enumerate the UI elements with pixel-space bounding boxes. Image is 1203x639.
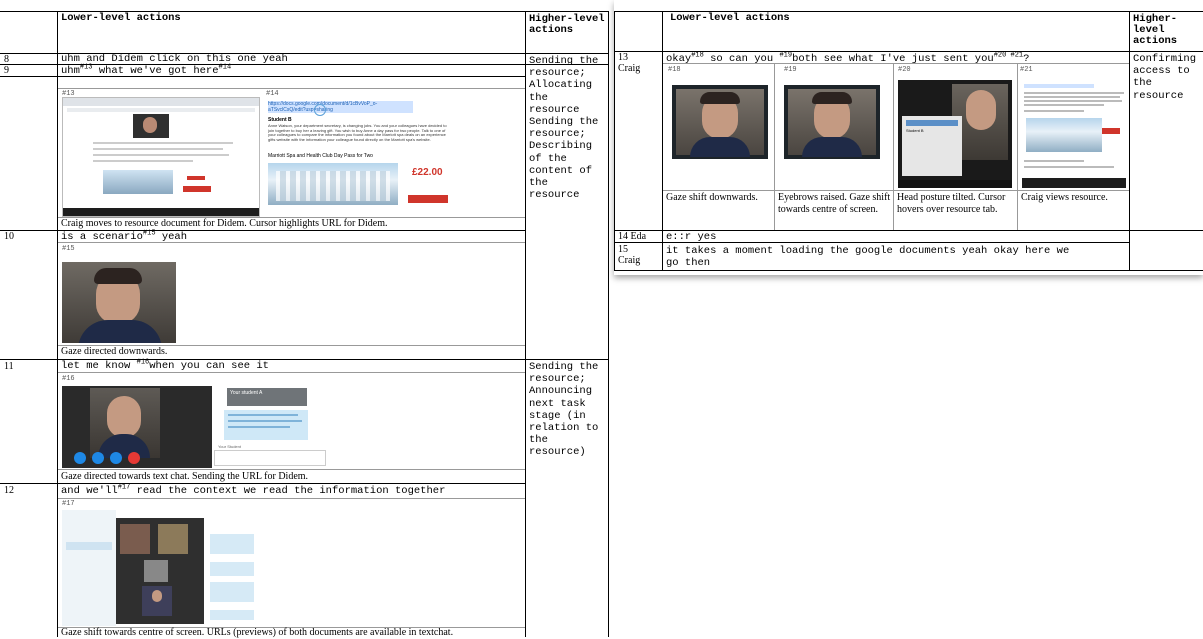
doc-body-text: Anne Watson, your department secretary, …: [268, 124, 447, 143]
higher-level-row-13: Confirming access to the resource: [1133, 53, 1197, 102]
row-number-8: 8: [4, 54, 9, 65]
video-frame-18: [672, 85, 768, 159]
row-number-9: 9: [4, 65, 9, 76]
row-number-10: 10: [4, 231, 14, 242]
right-col-header-higher: Higher-level actions: [1133, 13, 1178, 47]
doc-student-title: Student B: [268, 117, 292, 123]
left-transcript-page: Lower-level actions Higher-level actions…: [0, 0, 609, 638]
utterance-9: uhm#13 what we've got here#14: [61, 63, 232, 77]
video-frame-20: Student B: [898, 80, 1012, 188]
screenshot-13-browser: [62, 97, 260, 217]
right-col-header-lower: Lower-level actions: [670, 12, 790, 24]
caption-20: Head posture tilted. Cursor hovers over …: [897, 192, 1006, 215]
figure-id-15: #15: [62, 245, 75, 253]
utterance-12: and we'll#17 read the context we read th…: [61, 483, 446, 497]
col-header-lower: Lower-level actions: [61, 12, 181, 24]
screenshot-20-student-label: Student B: [906, 128, 924, 133]
caption-19: Eyebrows raised. Gaze shift towards cent…: [778, 192, 891, 215]
row-number-13: 13 Craig: [618, 52, 641, 74]
figure-id-21: #21: [1020, 66, 1033, 74]
higher-level-rows-8-9: Sending the resource; Allocating the resourc…: [529, 55, 599, 202]
caption-row-9: Craig moves to resource document for Did…: [61, 218, 388, 229]
utterance-15: it takes a moment loading the google doc…: [666, 245, 1070, 269]
col-header-higher: Higher-level actions: [529, 13, 605, 36]
chat-user-text: Your Student: [218, 444, 241, 449]
utterance-8: uhm and Didem click on this one yeah: [61, 53, 288, 65]
utterance-13: okay#18 so can you #19both see what I've…: [666, 51, 1030, 65]
row-number-12: 12: [4, 485, 14, 496]
utterance-11: let me know #16when you can see it: [61, 358, 269, 372]
caption-21: Craig views resource.: [1021, 192, 1108, 203]
video-frame-19: [784, 85, 880, 159]
caption-row-12: Gaze shift towards centre of screen. URL…: [61, 627, 454, 638]
doc-url-text: https://docs.google.com/document/d/1cBvV…: [268, 101, 413, 113]
row-number-11: 11: [4, 361, 14, 372]
utterance-14: e::r yes: [666, 231, 717, 243]
screenshot-21-resource: [1022, 80, 1126, 188]
utterance-10: is a scenario#15 yeah: [61, 229, 188, 243]
row-number-15: 15 Craig: [618, 244, 641, 266]
figure-id-20: #20: [898, 66, 911, 74]
figure-id-18: #18: [668, 66, 681, 74]
right-transcript-page: Lower-level actions Higher-level actions…: [614, 0, 1203, 275]
caption-row-10: Gaze directed downwards.: [61, 346, 168, 357]
screenshot-16-skype: Your student A Your Student: [62, 386, 334, 468]
row-number-14: 14 Eda: [618, 231, 647, 242]
doc-price: £22.00: [412, 167, 443, 178]
figure-id-17: #17: [62, 500, 75, 508]
screenshot-17-skype-group: [62, 510, 262, 626]
screenshot-14-document: https://docs.google.com/document/d/1cBvV…: [266, 97, 452, 209]
figure-id-19: #19: [784, 66, 797, 74]
video-frame-15: [62, 262, 176, 343]
figure-id-16: #16: [62, 375, 75, 383]
doc-heading: Marriott Spa and Health Club Day Pass fo…: [268, 153, 373, 159]
caption-18: Gaze shift downwards.: [666, 192, 758, 203]
higher-level-rows-11-12: Sending the resource; Announcing next task s…: [529, 361, 599, 459]
caption-row-11: Gaze directed towards text chat. Sending…: [61, 471, 309, 482]
chat-header-text: Your student A: [230, 390, 263, 396]
